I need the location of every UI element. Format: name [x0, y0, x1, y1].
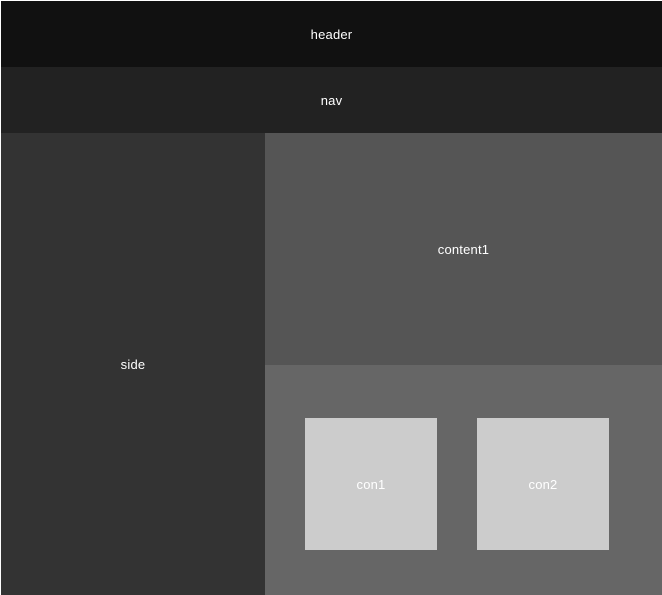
layout-page: header nav side content1 con1 con2: [0, 0, 662, 595]
con2-label: con2: [528, 476, 558, 492]
con1-card: con1: [305, 418, 437, 550]
con1-label: con1: [356, 476, 386, 492]
layout-frame: header nav side content1 con1 con2: [1, 1, 662, 595]
nav-label: nav: [320, 92, 343, 108]
header-section: header: [1, 1, 662, 67]
con2-card: con2: [477, 418, 609, 550]
side-section: side: [1, 133, 265, 595]
side-label: side: [120, 356, 146, 372]
content1-section: content1: [265, 133, 662, 365]
nav-section: nav: [1, 67, 662, 133]
content2-section: con1 con2: [265, 365, 662, 595]
header-label: header: [310, 26, 353, 42]
content1-label: content1: [437, 241, 490, 257]
